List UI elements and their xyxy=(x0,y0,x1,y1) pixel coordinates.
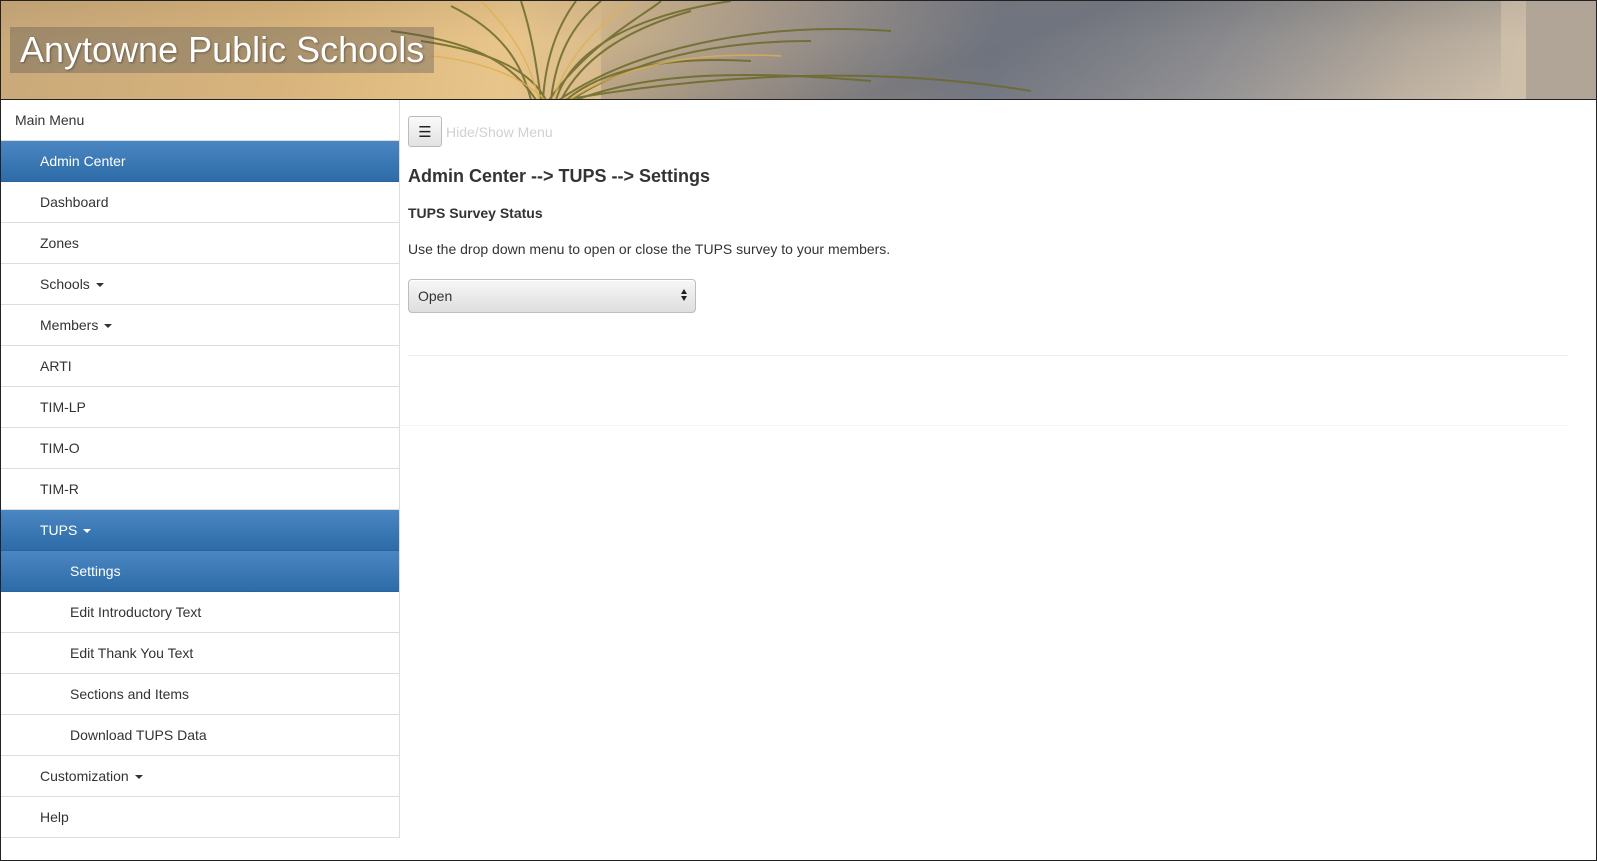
sidebar-item-sections-and-items[interactable]: Sections and Items xyxy=(1,674,399,715)
sidebar-item-edit-introductory-text[interactable]: Edit Introductory Text xyxy=(1,592,399,633)
sidebar-item-label: Download TUPS Data xyxy=(70,727,207,743)
app-frame: Anytowne Public Schools Main Menu Admin … xyxy=(0,0,1597,861)
sidebar-item-label: Edit Thank You Text xyxy=(70,645,194,661)
section-title: TUPS Survey Status xyxy=(408,205,543,221)
sidebar-item-help[interactable]: Help xyxy=(1,797,399,838)
menu-toggle-row: ☰ Hide/Show Menu xyxy=(408,116,553,147)
sidebar-item-label: TIM-O xyxy=(40,440,80,456)
caret-down-icon xyxy=(134,775,143,780)
sidebar-item-tups[interactable]: TUPS xyxy=(1,510,399,551)
sidebar-item-members[interactable]: Members xyxy=(1,305,399,346)
caret-down-icon xyxy=(104,324,113,329)
sidebar-item-label: Zones xyxy=(40,235,79,251)
sidebar-item-label: TIM-LP xyxy=(40,399,86,415)
divider xyxy=(400,425,1568,426)
sidebar-item-label: Schools xyxy=(40,276,90,292)
sidebar-item-tim-r[interactable]: TIM-R xyxy=(1,469,399,510)
caret-down-icon xyxy=(95,283,104,288)
banner-grass-image xyxy=(390,1,1032,99)
main-content: ☰ Hide/Show Menu Admin Center --> TUPS -… xyxy=(400,100,1588,840)
hide-show-menu-link[interactable]: Hide/Show Menu xyxy=(446,124,553,140)
sidebar-item-dashboard[interactable]: Dashboard xyxy=(1,182,399,223)
sidebar-item-tim-lp[interactable]: TIM-LP xyxy=(1,387,399,428)
sidebar-item-customization[interactable]: Customization xyxy=(1,756,399,797)
header-banner: Anytowne Public Schools xyxy=(1,1,1596,100)
sidebar-item-label: Dashboard xyxy=(40,194,109,210)
sidebar-menu: Main Menu Admin Center Dashboard Zones S… xyxy=(1,100,400,838)
sidebar-item-download-tups-data[interactable]: Download TUPS Data xyxy=(1,715,399,756)
sidebar-item-label: TUPS xyxy=(40,522,78,538)
sidebar-item-label: Members xyxy=(40,317,99,333)
site-title-box: Anytowne Public Schools xyxy=(10,27,435,73)
sidebar-item-label: Admin Center xyxy=(40,153,126,169)
site-title: Anytowne Public Schools xyxy=(20,29,425,70)
page-title: Admin Center --> TUPS --> Settings xyxy=(408,166,711,186)
sidebar-item-settings[interactable]: Settings xyxy=(1,551,399,592)
sidebar-item-label: Settings xyxy=(70,563,121,579)
caret-down-icon xyxy=(83,529,92,534)
sidebar-item-label: Customization xyxy=(40,768,129,784)
updown-arrows-icon xyxy=(681,289,689,303)
sidebar-item-tim-o[interactable]: TIM-O xyxy=(1,428,399,469)
sidebar-item-label: Help xyxy=(40,809,69,825)
sidebar-item-edit-thank-you-text[interactable]: Edit Thank You Text xyxy=(1,633,399,674)
sidebar-item-arti[interactable]: ARTI xyxy=(1,346,399,387)
instructions-text: Use the drop down menu to open or close … xyxy=(408,241,891,257)
sidebar-item-zones[interactable]: Zones xyxy=(1,223,399,264)
menu-toggle-button[interactable]: ☰ xyxy=(408,116,442,147)
hamburger-icon: ☰ xyxy=(418,123,432,141)
sidebar-item-label: Sections and Items xyxy=(70,686,190,702)
sidebar-item-schools[interactable]: Schools xyxy=(1,264,399,305)
sidebar-item-label: TIM-R xyxy=(40,481,79,497)
banner-edge xyxy=(1526,1,1596,99)
sidebar-item-admin-center[interactable]: Admin Center xyxy=(1,141,399,182)
survey-status-select[interactable]: Open xyxy=(408,279,696,313)
survey-status-selected-value: Open xyxy=(418,288,453,304)
divider xyxy=(408,355,1568,356)
sidebar-item-label: ARTI xyxy=(40,358,72,374)
sidebar-item-label: Edit Introductory Text xyxy=(70,604,202,620)
sidebar-heading: Main Menu xyxy=(1,100,399,141)
